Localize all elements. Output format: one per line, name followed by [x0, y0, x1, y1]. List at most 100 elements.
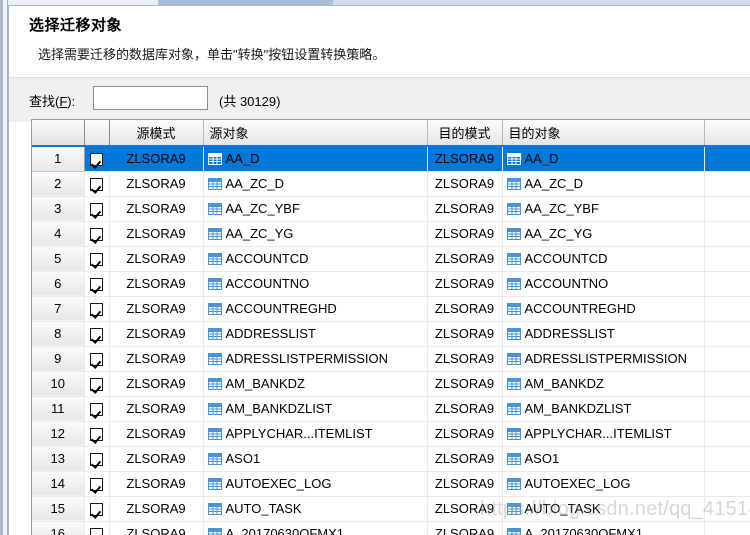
target-object-cell[interactable]: ACCOUNTREGHD	[502, 296, 705, 322]
target-object-cell[interactable]: AM_BANKDZLIST	[502, 396, 705, 422]
table-row[interactable]: 16 ZLSORA9 A_20170630QFMX1 ZLSORA9 A_2017063…	[32, 521, 750, 535]
source-object-cell[interactable]: AA_ZC_D	[203, 171, 428, 197]
table-row[interactable]: 9 ZLSORA9 ADRESSLISTPERMISSION ZLSORA9 ADRES…	[32, 346, 750, 372]
source-object-cell[interactable]: ADDRESSLIST	[203, 321, 428, 347]
source-object-cell[interactable]: ADRESSLISTPERMISSION	[203, 346, 428, 372]
row-number-cell[interactable]: 10	[32, 371, 85, 397]
row-select-checkbox-cell[interactable]	[84, 421, 110, 447]
row-number-cell[interactable]: 4	[32, 221, 85, 247]
table-row[interactable]: 15 ZLSORA9 AUTO_TASK ZLSORA9 AUTO_TASK	[32, 496, 750, 522]
target-object-cell[interactable]: AM_BANKDZ	[502, 371, 705, 397]
table-row[interactable]: 10 ZLSORA9 AM_BANKDZ ZLSORA9 AM_BANKDZ	[32, 371, 750, 397]
row-number-cell[interactable]: 5	[32, 246, 85, 272]
source-schema-cell[interactable]: ZLSORA9	[109, 371, 204, 397]
source-object-cell[interactable]: ACCOUNTREGHD	[203, 296, 428, 322]
source-object-cell[interactable]: AM_BANKDZLIST	[203, 396, 428, 422]
source-schema-cell[interactable]: ZLSORA9	[109, 196, 204, 222]
target-schema-cell[interactable]: ZLSORA9	[427, 271, 503, 297]
table-row[interactable]: 4 ZLSORA9 AA_ZC_YG ZLSORA9 AA_ZC_YG	[32, 221, 750, 247]
target-schema-cell[interactable]: ZLSORA9	[427, 371, 503, 397]
row-select-checkbox-cell[interactable]	[84, 196, 110, 222]
target-object-cell[interactable]: APPLYCHAR...ITEMLIST	[502, 421, 705, 447]
table-row[interactable]: 1 ZLSORA9 AA_D ZLSORA9 AA_D	[32, 146, 750, 172]
column-header-target-object[interactable]: 目的对象	[502, 120, 705, 147]
row-number-cell[interactable]: 12	[32, 421, 85, 447]
row-number-cell[interactable]: 3	[32, 196, 85, 222]
checkbox-checked-icon[interactable]	[90, 253, 103, 267]
row-select-checkbox-cell[interactable]	[84, 246, 110, 272]
target-object-cell[interactable]: ACCOUNTNO	[502, 271, 705, 297]
table-row[interactable]: 7 ZLSORA9 ACCOUNTREGHD ZLSORA9 ACCOUNTREGHD	[32, 296, 750, 322]
table-row[interactable]: 6 ZLSORA9 ACCOUNTNO ZLSORA9 ACCOUNTNO	[32, 271, 750, 297]
source-schema-cell[interactable]: ZLSORA9	[109, 396, 204, 422]
source-schema-cell[interactable]: ZLSORA9	[109, 346, 204, 372]
table-row[interactable]: 12 ZLSORA9 APPLYCHAR...ITEMLIST ZLSORA9 APPL…	[32, 421, 750, 447]
row-select-checkbox-cell[interactable]	[84, 471, 110, 497]
row-select-checkbox-cell[interactable]	[84, 446, 110, 472]
checkbox-checked-icon[interactable]	[90, 503, 103, 517]
row-number-cell[interactable]: 14	[32, 471, 85, 497]
source-schema-cell[interactable]: ZLSORA9	[109, 421, 204, 447]
target-object-cell[interactable]: AA_D	[502, 146, 705, 172]
table-row[interactable]: 3 ZLSORA9 AA_ZC_YBF ZLSORA9 AA_ZC_YBF	[32, 196, 750, 222]
column-header-source-schema[interactable]: 源模式	[109, 120, 204, 147]
target-object-cell[interactable]: AA_ZC_YG	[502, 221, 705, 247]
checkbox-checked-icon[interactable]	[90, 478, 103, 492]
source-object-cell[interactable]: ASO1	[203, 446, 428, 472]
row-number-cell[interactable]: 16	[32, 521, 85, 535]
source-object-cell[interactable]: AA_ZC_YBF	[203, 196, 428, 222]
source-object-cell[interactable]: A_20170630QFMX1	[203, 521, 428, 535]
target-schema-cell[interactable]: ZLSORA9	[427, 246, 503, 272]
target-object-cell[interactable]: ADRESSLISTPERMISSION	[502, 346, 705, 372]
target-schema-cell[interactable]: ZLSORA9	[427, 396, 503, 422]
source-object-cell[interactable]: APPLYCHAR...ITEMLIST	[203, 421, 428, 447]
checkbox-checked-icon[interactable]	[90, 453, 103, 467]
target-object-cell[interactable]: AUTO_TASK	[502, 496, 705, 522]
checkbox-checked-icon[interactable]	[90, 178, 103, 192]
checkbox-checked-icon[interactable]	[90, 203, 103, 217]
source-schema-cell[interactable]: ZLSORA9	[109, 171, 204, 197]
target-object-cell[interactable]: ADDRESSLIST	[502, 321, 705, 347]
source-object-cell[interactable]: AM_BANKDZ	[203, 371, 428, 397]
row-select-checkbox-cell[interactable]	[84, 496, 110, 522]
checkbox-checked-icon[interactable]	[90, 378, 103, 392]
table-row[interactable]: 2 ZLSORA9 AA_ZC_D ZLSORA9 AA_ZC_D	[32, 171, 750, 197]
checkbox-checked-icon[interactable]	[90, 403, 103, 417]
target-schema-cell[interactable]: ZLSORA9	[427, 521, 503, 535]
search-input[interactable]	[93, 86, 208, 110]
table-row[interactable]: 5 ZLSORA9 ACCOUNTCD ZLSORA9 ACCOUNTCD	[32, 246, 750, 272]
row-select-checkbox-cell[interactable]	[84, 346, 110, 372]
target-schema-cell[interactable]: ZLSORA9	[427, 296, 503, 322]
row-number-cell[interactable]: 6	[32, 271, 85, 297]
row-number-cell[interactable]: 8	[32, 321, 85, 347]
source-schema-cell[interactable]: ZLSORA9	[109, 521, 204, 535]
table-row[interactable]: 8 ZLSORA9 ADDRESSLIST ZLSORA9 ADDRESSLIST	[32, 321, 750, 347]
source-object-cell[interactable]: ACCOUNTNO	[203, 271, 428, 297]
target-object-cell[interactable]: ACCOUNTCD	[502, 246, 705, 272]
source-schema-cell[interactable]: ZLSORA9	[109, 446, 204, 472]
column-header-target-schema[interactable]: 目的模式	[427, 120, 503, 147]
target-schema-cell[interactable]: ZLSORA9	[427, 471, 503, 497]
row-select-checkbox-cell[interactable]	[84, 296, 110, 322]
row-number-cell[interactable]: 11	[32, 396, 85, 422]
checkbox-checked-icon[interactable]	[90, 528, 103, 535]
checkbox-checked-icon[interactable]	[90, 278, 103, 292]
row-number-cell[interactable]: 15	[32, 496, 85, 522]
row-select-checkbox-cell[interactable]	[84, 521, 110, 535]
checkbox-checked-icon[interactable]	[90, 228, 103, 242]
source-object-cell[interactable]: AA_D	[203, 146, 428, 172]
checkbox-checked-icon[interactable]	[90, 428, 103, 442]
row-select-checkbox-cell[interactable]	[84, 321, 110, 347]
source-schema-cell[interactable]: ZLSORA9	[109, 246, 204, 272]
source-schema-cell[interactable]: ZLSORA9	[109, 496, 204, 522]
column-header-source-object[interactable]: 源对象	[203, 120, 428, 147]
target-object-cell[interactable]: AA_ZC_D	[502, 171, 705, 197]
row-number-cell[interactable]: 13	[32, 446, 85, 472]
target-schema-cell[interactable]: ZLSORA9	[427, 421, 503, 447]
source-object-cell[interactable]: AA_ZC_YG	[203, 221, 428, 247]
target-schema-cell[interactable]: ZLSORA9	[427, 321, 503, 347]
target-schema-cell[interactable]: ZLSORA9	[427, 346, 503, 372]
row-number-cell[interactable]: 9	[32, 346, 85, 372]
source-object-cell[interactable]: AUTOEXEC_LOG	[203, 471, 428, 497]
column-header-select-all[interactable]	[84, 120, 110, 147]
